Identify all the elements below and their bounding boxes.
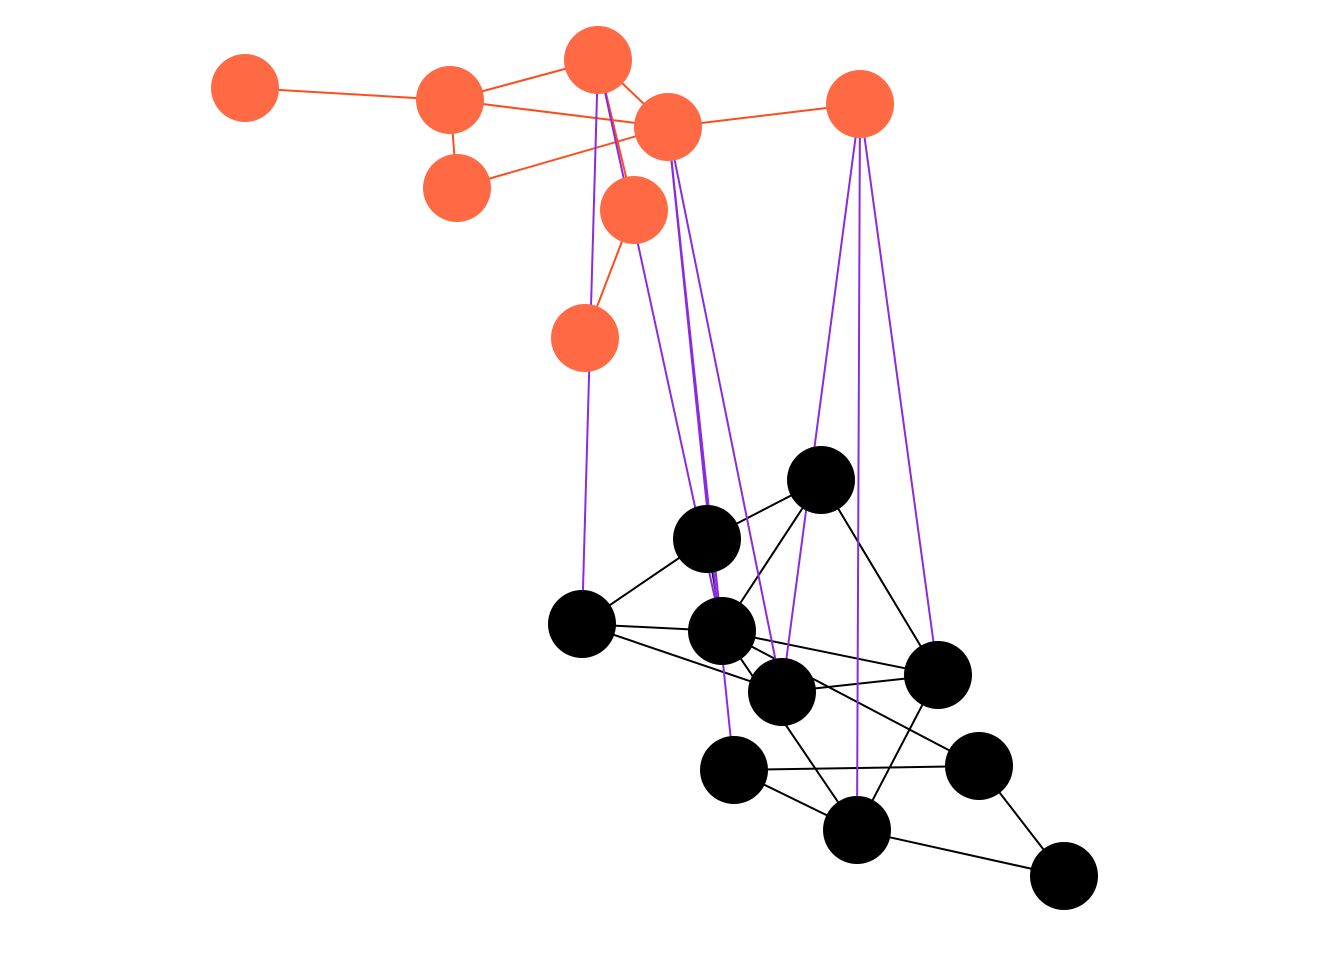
edge-purple	[860, 104, 938, 675]
node-orange	[416, 66, 484, 134]
edge-purple	[668, 127, 734, 770]
node-black	[673, 505, 741, 573]
node-orange	[634, 93, 702, 161]
edges-group	[245, 60, 1064, 876]
graph-canvas	[0, 0, 1344, 960]
node-black	[945, 732, 1013, 800]
edge-purple	[782, 104, 860, 692]
node-orange	[826, 70, 894, 138]
edge-purple	[857, 104, 860, 830]
node-black	[823, 796, 891, 864]
edge-black	[821, 480, 938, 675]
node-orange	[211, 54, 279, 122]
node-black	[700, 736, 768, 804]
node-black	[548, 590, 616, 658]
node-black	[787, 446, 855, 514]
node-black	[748, 658, 816, 726]
node-black	[904, 641, 972, 709]
nodes-group	[211, 26, 1098, 910]
node-orange	[551, 304, 619, 372]
node-black	[688, 597, 756, 665]
node-orange	[600, 176, 668, 244]
node-orange	[423, 154, 491, 222]
node-orange	[564, 26, 632, 94]
node-black	[1030, 842, 1098, 910]
